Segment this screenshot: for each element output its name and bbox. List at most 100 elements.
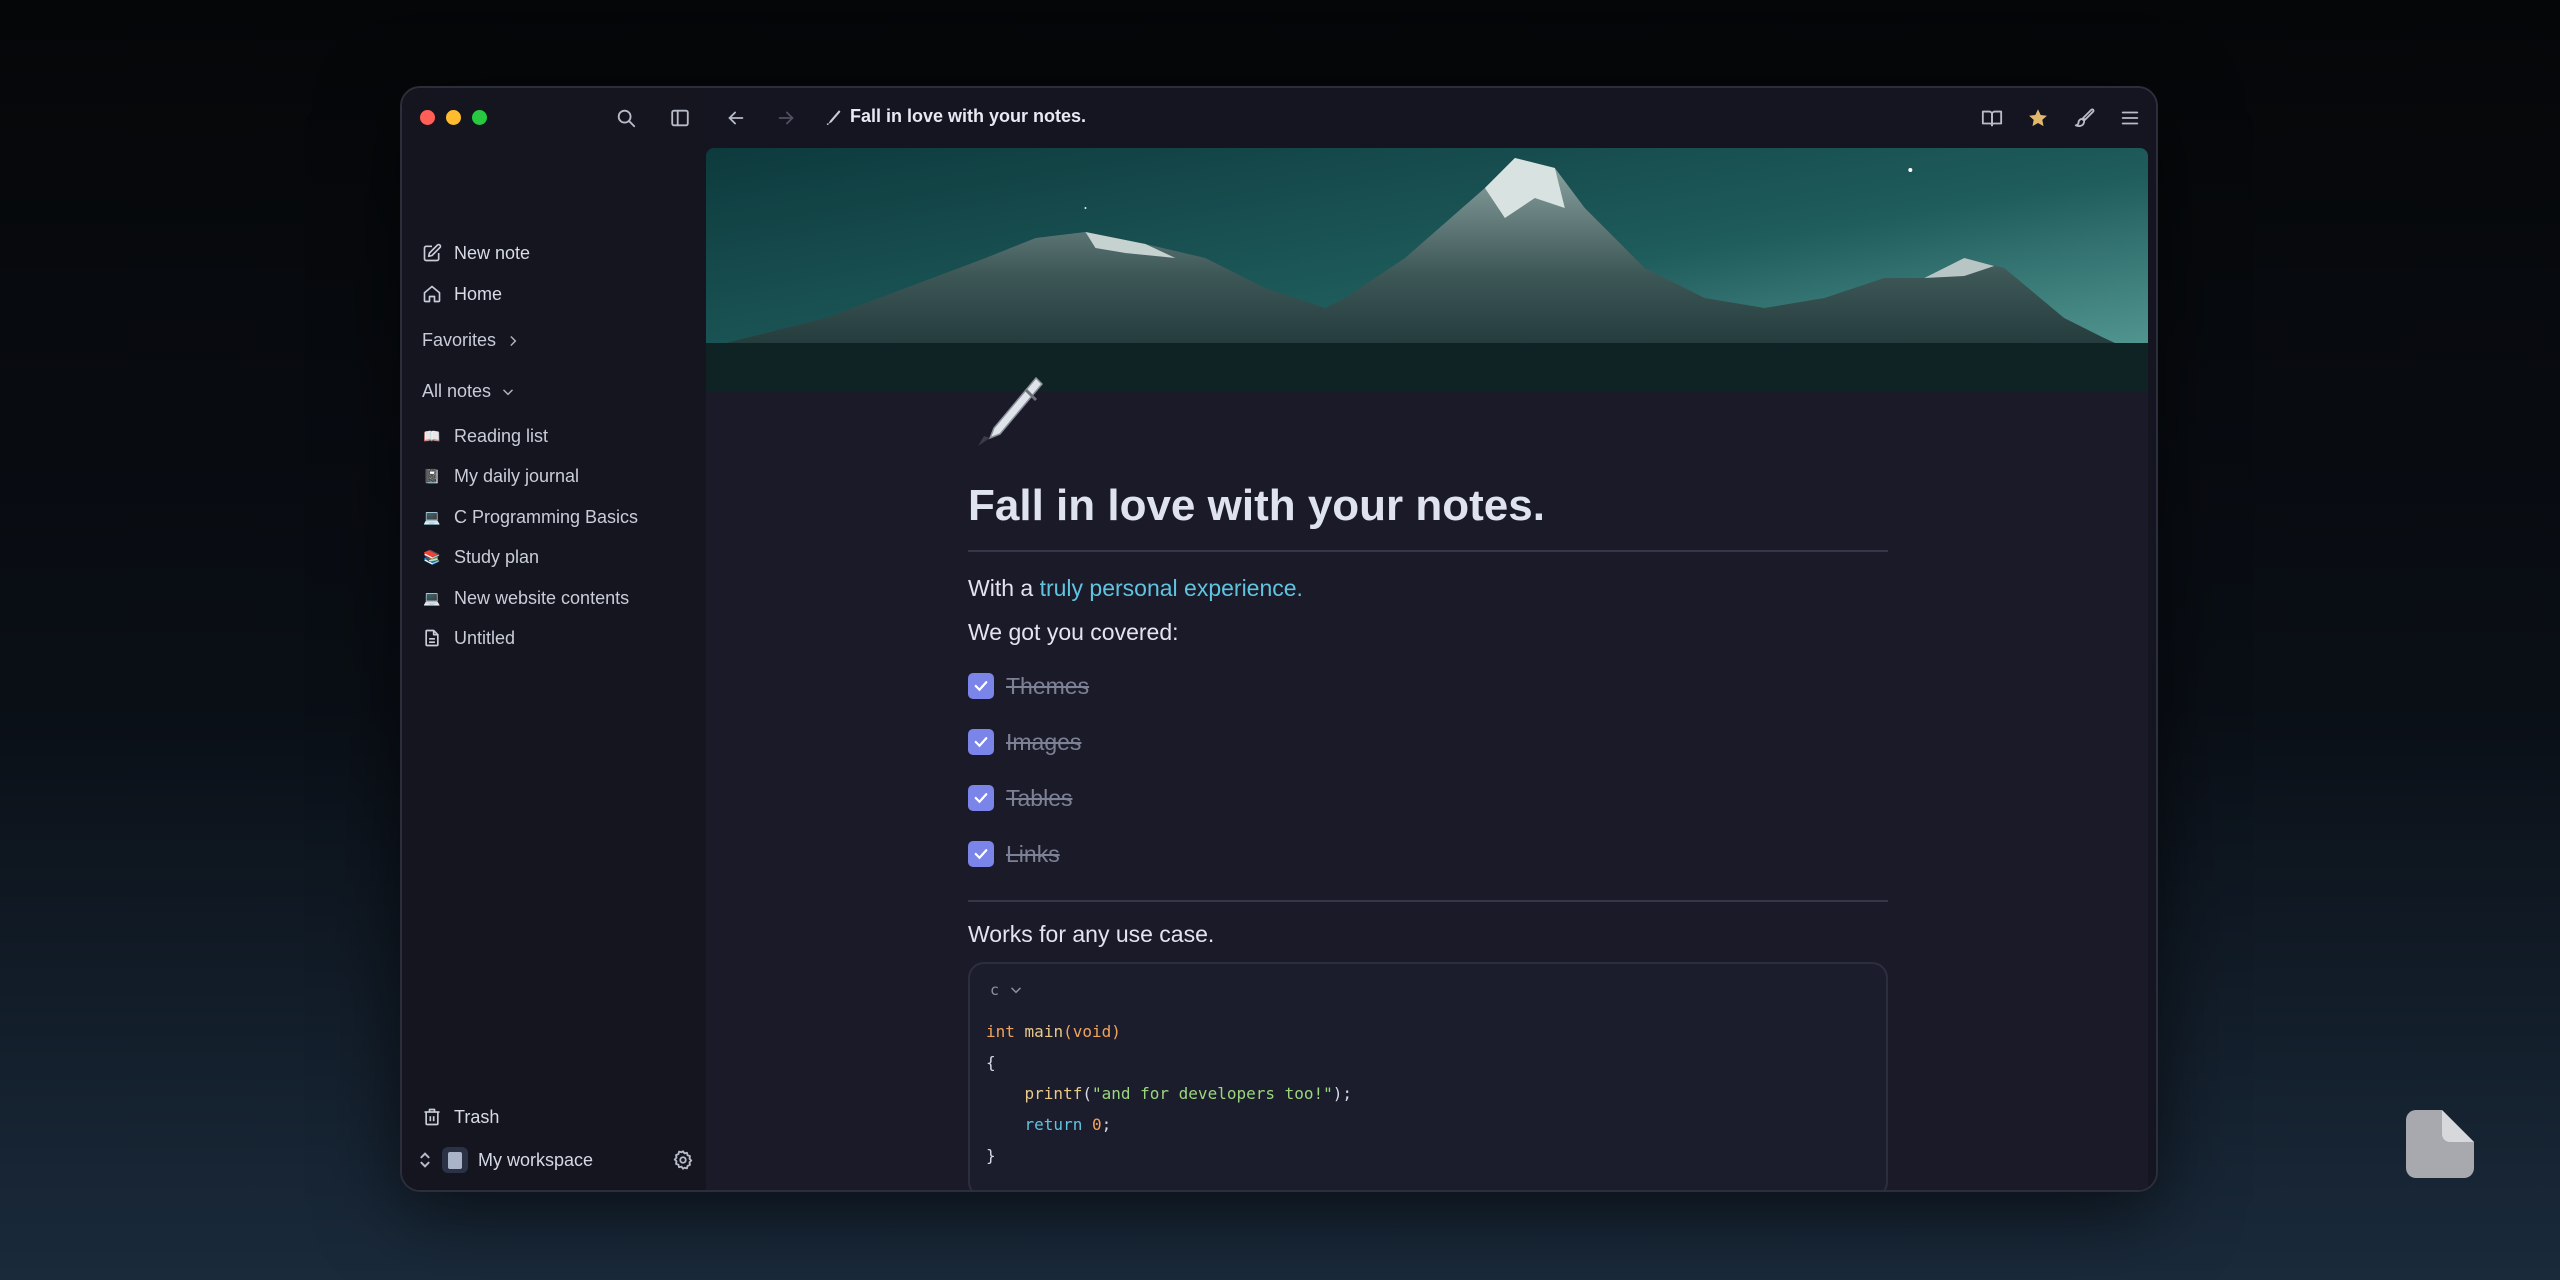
covered-paragraph[interactable]: We got you covered: [968, 616, 1888, 648]
page-title[interactable]: Fall in love with your notes. [968, 468, 1888, 550]
note-emoji: 💻 [423, 589, 441, 606]
sidebar: New note Home Favorites All notes 📖 Read… [402, 88, 706, 1190]
workspace-avatar [442, 1147, 468, 1173]
todo-checkbox[interactable] [968, 785, 994, 811]
todo-checkbox[interactable] [968, 841, 994, 867]
breadcrumb[interactable]: Fall in love with your notes. [824, 106, 1086, 127]
divider [968, 900, 1888, 902]
code-line: { [986, 1047, 1870, 1078]
use-case-paragraph[interactable]: Works for any use case. [968, 918, 1888, 950]
note-emoji: 💻 [423, 508, 441, 525]
note-editor[interactable]: Fall in love with your notes. With a tru… [706, 148, 2148, 1190]
todo-label[interactable]: Themes [1006, 673, 1089, 700]
note-emoji: 📓 [423, 467, 441, 484]
sidebar-item-home[interactable]: Home [422, 279, 502, 309]
pen-icon [826, 109, 841, 125]
note-label: Study plan [454, 546, 540, 567]
todo-label[interactable]: Links [1006, 841, 1060, 868]
maximize-window-button[interactable] [472, 110, 487, 125]
todo-checkbox[interactable] [968, 673, 994, 699]
code-params: (void) [1063, 1022, 1121, 1041]
intro-text: With a [968, 575, 1040, 601]
checkmark-icon [974, 681, 988, 692]
code-function: main [1024, 1022, 1064, 1041]
new-note-button[interactable]: New note [422, 238, 530, 268]
intro-link[interactable]: truly personal experience. [1040, 575, 1303, 601]
settings-gear-icon[interactable] [672, 1149, 694, 1171]
note-emoji: 📚 [423, 548, 441, 565]
intro-paragraph[interactable]: With a truly personal experience. [968, 572, 1888, 604]
code-string: "and for developers too!" [1091, 1084, 1333, 1103]
note-label: New website contents [454, 587, 630, 608]
cover-image[interactable] [706, 148, 2148, 392]
code-content[interactable]: int main(void) { printf("and for develop… [986, 1016, 1870, 1171]
todo-label[interactable]: Images [1006, 729, 1081, 756]
pen-emoji-icon[interactable] [966, 372, 1046, 452]
todo-item: Links [968, 826, 1888, 882]
minimize-window-button[interactable] [446, 110, 461, 125]
code-number: 0 [1091, 1115, 1102, 1134]
home-icon [422, 284, 442, 304]
chevron-right-icon [510, 335, 517, 346]
breadcrumb-title: Fall in love with your notes. [850, 106, 1087, 126]
code-keyword: int [986, 1022, 1015, 1041]
workspace-switcher[interactable]: My workspace [418, 1144, 694, 1176]
book-open-icon[interactable] [1980, 106, 2004, 130]
document-body: Fall in love with your notes. With a tru… [968, 468, 1888, 1190]
edit-icon [422, 243, 442, 263]
checkmark-icon [974, 849, 988, 860]
todo-item: Themes [968, 658, 1888, 714]
close-window-button[interactable] [420, 110, 435, 125]
code-semicolon: ; [1101, 1115, 1112, 1134]
favorites-label: Favorites [422, 330, 497, 350]
code-line: return 0; [986, 1109, 1870, 1140]
todo-item: Tables [968, 770, 1888, 826]
workspace-name: My workspace [478, 1149, 594, 1170]
note-label: Untitled [454, 627, 516, 648]
code-function: printf [1024, 1084, 1083, 1103]
sidebar-note-daily-journal[interactable]: 📓 My daily journal [422, 461, 579, 491]
divider [968, 550, 1888, 552]
sidebar-note-reading-list[interactable]: 📖 Reading list [422, 421, 548, 451]
sidebar-item-trash[interactable]: Trash [422, 1102, 499, 1132]
note-label: Reading list [454, 425, 549, 446]
sidebar-note-study-plan[interactable]: 📚 Study plan [422, 542, 539, 572]
code-paren: ); [1332, 1084, 1353, 1103]
note-label: My daily journal [454, 465, 580, 486]
todo-checkbox[interactable] [968, 729, 994, 755]
sidebar-note-c-programming[interactable]: 💻 C Programming Basics [422, 502, 638, 532]
note-emoji: 📖 [423, 427, 441, 444]
home-label: Home [454, 283, 503, 304]
chevron-down-icon [503, 389, 513, 395]
code-line: printf("and for developers too!"); [986, 1078, 1870, 1109]
arrow-right-icon[interactable] [774, 106, 798, 130]
favorites-section-toggle[interactable]: Favorites [422, 330, 520, 351]
sidebar-note-website-contents[interactable]: 💻 New website contents [422, 583, 629, 613]
code-line: int main(void) [986, 1016, 1870, 1047]
hamburger-menu-icon[interactable] [2118, 106, 2142, 130]
search-icon[interactable] [614, 106, 638, 130]
trash-icon [422, 1107, 442, 1127]
app-logo-icon [2406, 1110, 2474, 1178]
todo-label[interactable]: Tables [1006, 785, 1072, 812]
paintbrush-icon[interactable] [2072, 106, 2096, 130]
star-icon[interactable] [2026, 106, 2050, 130]
all-notes-section-toggle[interactable]: All notes [422, 381, 515, 402]
main-area: Fall in love with your notes. Fall in lo… [706, 88, 2156, 1190]
top-bar: Fall in love with your notes. [706, 88, 2156, 148]
todo-item: Images [968, 714, 1888, 770]
all-notes-label: All notes [422, 381, 492, 401]
app-window: New note Home Favorites All notes 📖 Read… [400, 86, 2158, 1192]
code-paren: ( [1082, 1084, 1092, 1103]
document-icon [422, 628, 442, 648]
code-block[interactable]: c int main(void) { printf("and for devel… [968, 962, 1888, 1190]
todo-list: Themes Images Tables Links [968, 658, 1888, 882]
checkmark-icon [974, 737, 988, 748]
code-language-select[interactable]: c [990, 978, 1870, 1002]
arrow-left-icon[interactable] [724, 106, 748, 130]
code-keyword: return [1024, 1115, 1083, 1134]
checkmark-icon [974, 793, 988, 804]
sidebar-note-untitled[interactable]: Untitled [422, 623, 515, 653]
sidebar-toggle-icon[interactable] [668, 106, 692, 130]
code-brace: } [986, 1146, 996, 1165]
